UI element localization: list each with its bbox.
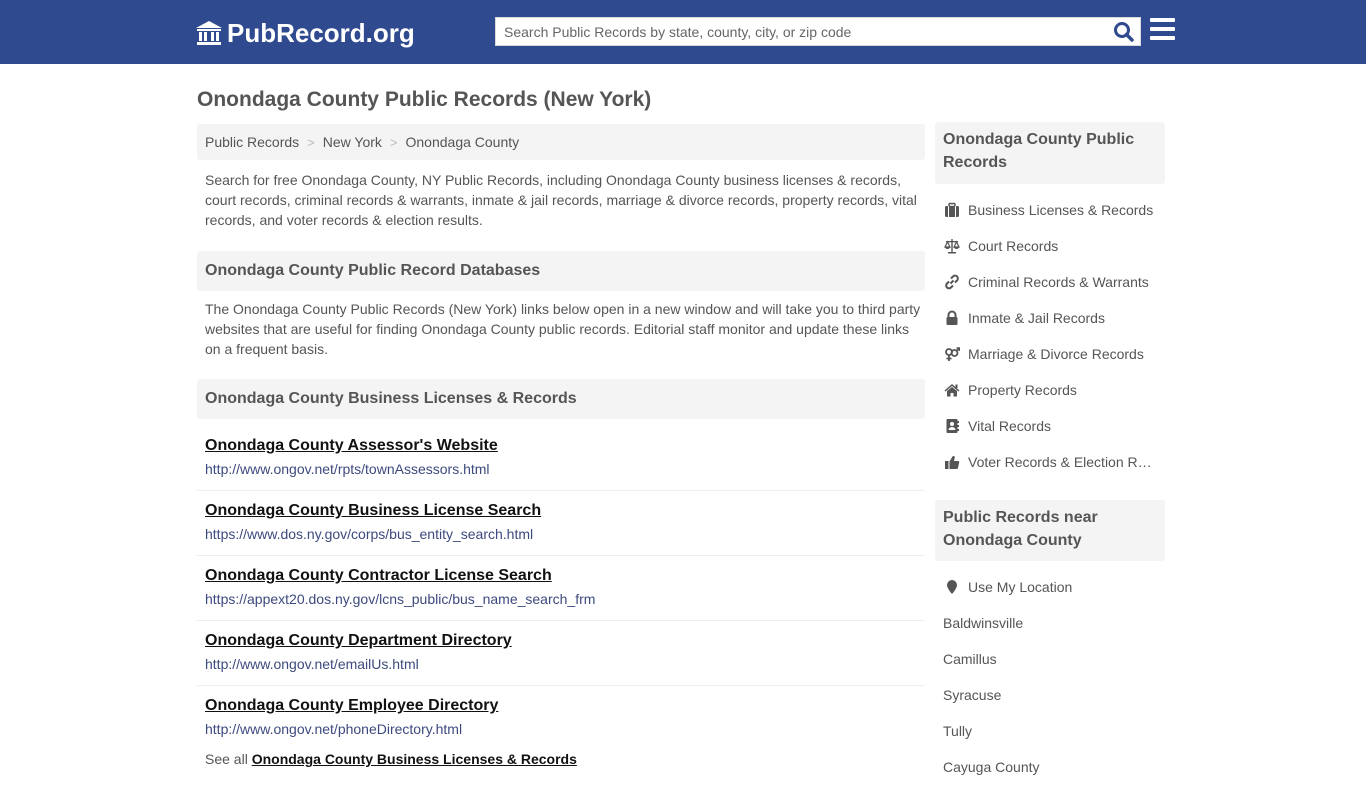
sidebar-nearby-heading: Public Records near Onondaga County bbox=[935, 500, 1165, 561]
scale-icon bbox=[943, 238, 961, 254]
link-title[interactable]: Onondaga County Department Directory bbox=[205, 631, 917, 651]
link-title[interactable]: Onondaga County Assessor's Website bbox=[205, 436, 917, 456]
sidebar-item-property[interactable]: Property Records bbox=[943, 372, 1165, 408]
databases-heading: Onondaga County Public Record Databases bbox=[197, 251, 925, 291]
see-all-prefix: See all bbox=[205, 751, 248, 767]
sidebar-item-label: Criminal Records & Warrants bbox=[968, 274, 1149, 290]
breadcrumb-public-records[interactable]: Public Records bbox=[205, 134, 299, 150]
search-icon[interactable] bbox=[1112, 21, 1136, 43]
sidebar-item-criminal[interactable]: Criminal Records & Warrants bbox=[943, 264, 1165, 300]
nearby-item[interactable]: Cayuga County bbox=[943, 749, 1165, 785]
nearby-item[interactable]: Baldwinsville bbox=[943, 605, 1165, 641]
page-title: Onondaga County Public Records (New York… bbox=[197, 88, 652, 111]
sidebar-item-label: Business Licenses & Records bbox=[968, 202, 1154, 218]
list-item: Onondaga County Assessor's Website http:… bbox=[197, 426, 925, 491]
business-heading: Onondaga County Business Licenses & Reco… bbox=[197, 379, 925, 419]
list-item: Onondaga County Contractor License Searc… bbox=[197, 556, 925, 621]
link-url: https://appext20.dos.ny.gov/lcns_public/… bbox=[205, 591, 596, 607]
nearby-item[interactable]: Tully bbox=[943, 713, 1165, 749]
gender-icon bbox=[943, 346, 961, 362]
link-url: http://www.ongov.net/rpts/townAssessors.… bbox=[205, 461, 490, 477]
link-url: https://www.dos.ny.gov/corps/bus_entity_… bbox=[205, 526, 534, 542]
use-my-location-label: Use My Location bbox=[968, 579, 1073, 595]
list-item: Onondaga County Employee Directory http:… bbox=[197, 686, 925, 751]
sidebar-item-label: Voter Records & Election Results bbox=[968, 454, 1158, 470]
sidebar-item-label: Property Records bbox=[968, 382, 1077, 398]
sidebar-nearby-list: Use My Location Baldwinsville Camillus S… bbox=[943, 569, 1165, 785]
breadcrumb: Public Records > New York > Onondaga Cou… bbox=[197, 124, 925, 160]
sidebar-item-label: Inmate & Jail Records bbox=[968, 310, 1105, 326]
list-item: Onondaga County Business License Search … bbox=[197, 491, 925, 556]
search-bar bbox=[495, 17, 1141, 46]
databases-description: The Onondaga County Public Records (New … bbox=[205, 301, 921, 357]
contact-book-icon bbox=[943, 418, 961, 434]
intro-text: Search for free Onondaga County, NY Publ… bbox=[205, 172, 917, 228]
see-all-link[interactable]: Onondaga County Business Licenses & Reco… bbox=[252, 751, 577, 767]
breadcrumb-new-york[interactable]: New York bbox=[323, 134, 382, 150]
business-links-list: Onondaga County Assessor's Website http:… bbox=[197, 426, 925, 751]
sidebar-item-inmate[interactable]: Inmate & Jail Records bbox=[943, 300, 1165, 336]
logo-text: PubRecord.org bbox=[227, 17, 415, 48]
site-logo[interactable]: PubRecord.org bbox=[195, 16, 415, 50]
sidebar-item-business[interactable]: Business Licenses & Records bbox=[943, 192, 1165, 228]
lock-icon bbox=[943, 310, 961, 326]
nearby-item[interactable]: Camillus bbox=[943, 641, 1165, 677]
breadcrumb-separator: > bbox=[389, 134, 398, 150]
sidebar-records-heading: Onondaga County Public Records bbox=[935, 122, 1165, 184]
link-title[interactable]: Onondaga County Employee Directory bbox=[205, 696, 917, 716]
hamburger-menu-icon[interactable] bbox=[1150, 18, 1176, 44]
list-item: Onondaga County Department Directory htt… bbox=[197, 621, 925, 686]
link-url: http://www.ongov.net/phoneDirectory.html bbox=[205, 721, 463, 737]
sidebar-records-list: Business Licenses & Records Court Record… bbox=[943, 192, 1165, 480]
sidebar-item-label: Court Records bbox=[968, 238, 1059, 254]
link-icon bbox=[943, 274, 961, 290]
search-input[interactable] bbox=[496, 18, 1096, 45]
breadcrumb-separator: > bbox=[307, 134, 315, 150]
sidebar-item-court[interactable]: Court Records bbox=[943, 228, 1165, 264]
use-my-location-link[interactable]: Use My Location bbox=[943, 569, 1165, 605]
top-navigation-bar: PubRecord.org bbox=[0, 0, 1366, 64]
link-title[interactable]: Onondaga County Contractor License Searc… bbox=[205, 566, 917, 586]
link-url: http://www.ongov.net/emailUs.html bbox=[205, 656, 419, 672]
courthouse-icon bbox=[196, 21, 222, 45]
sidebar-item-voter[interactable]: Voter Records & Election Results bbox=[943, 444, 1165, 480]
sidebar-item-vital[interactable]: Vital Records bbox=[943, 408, 1165, 444]
link-title[interactable]: Onondaga County Business License Search bbox=[205, 501, 917, 521]
map-marker-icon bbox=[943, 579, 961, 595]
see-all-row: See all Onondaga County Business License… bbox=[205, 751, 577, 767]
sidebar-item-label: Vital Records bbox=[968, 418, 1052, 434]
thumbs-up-icon bbox=[943, 454, 961, 470]
home-icon bbox=[943, 382, 961, 398]
sidebar-item-label: Marriage & Divorce Records bbox=[968, 346, 1144, 362]
sidebar-item-marriage[interactable]: Marriage & Divorce Records bbox=[943, 336, 1165, 372]
breadcrumb-onondaga-county[interactable]: Onondaga County bbox=[406, 134, 520, 150]
briefcase-icon bbox=[943, 202, 961, 218]
nearby-item[interactable]: Syracuse bbox=[943, 677, 1165, 713]
